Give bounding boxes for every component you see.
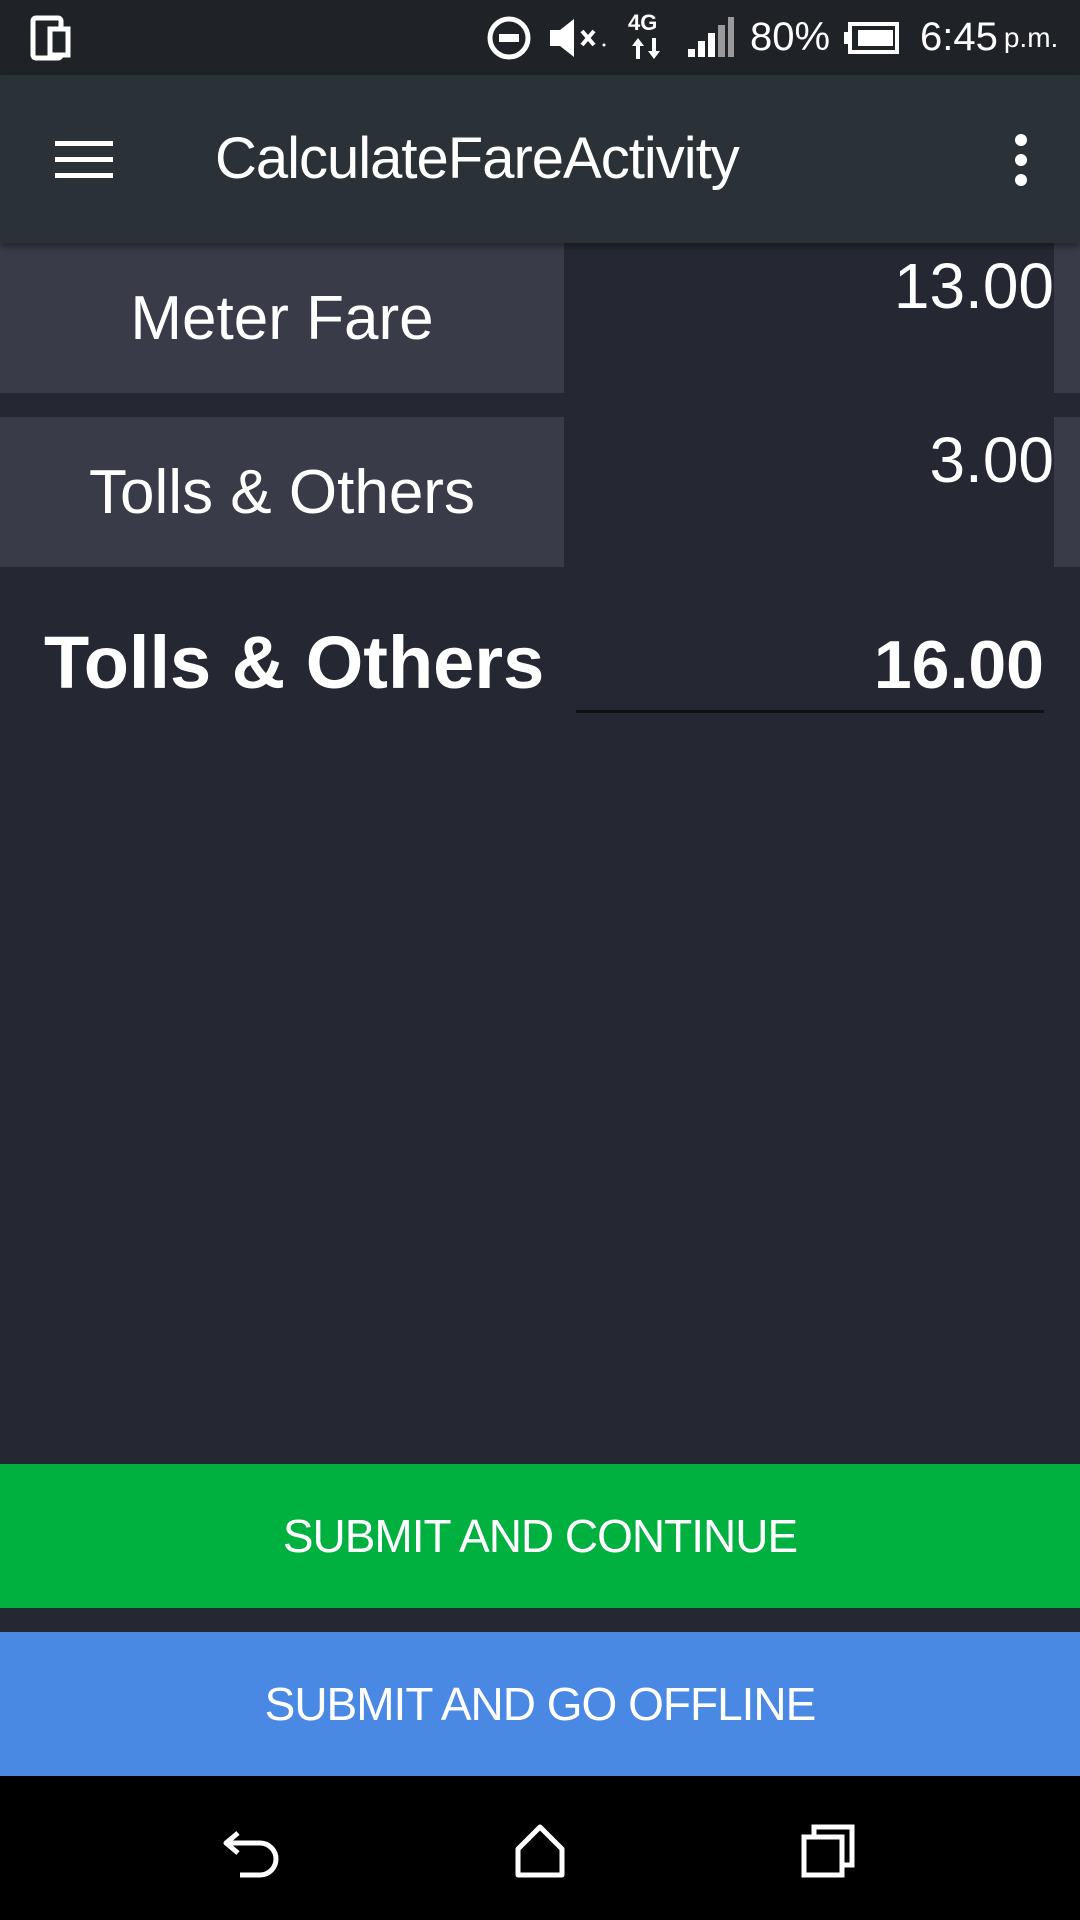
svg-text:4G: 4G — [628, 10, 657, 35]
tolls-value[interactable]: 3.00 — [929, 423, 1054, 497]
total-field[interactable]: 16.00 — [576, 620, 1044, 713]
clock-time: 6:45 — [920, 15, 998, 59]
total-value: 16.00 — [873, 627, 1044, 703]
home-icon[interactable] — [495, 1806, 585, 1896]
network-4g-icon: 4G — [626, 0, 670, 75]
app-bar: CalculateFareActivity — [0, 75, 1080, 243]
meter-fare-row: Meter Fare 13.00 — [0, 243, 1080, 393]
recents-icon[interactable] — [783, 1806, 873, 1896]
row-edge — [1054, 243, 1080, 393]
row-edge — [1054, 417, 1080, 567]
tolls-row: Tolls & Others 3.00 — [0, 417, 1080, 567]
device-icon — [30, 0, 72, 75]
total-label: Tolls & Others — [44, 621, 545, 704]
do-not-disturb-icon — [486, 0, 532, 75]
battery-icon — [842, 0, 900, 75]
submit-and-continue-button[interactable]: SUBMIT AND CONTINUE — [0, 1464, 1080, 1608]
menu-icon[interactable] — [44, 125, 124, 195]
more-options-icon[interactable] — [986, 125, 1056, 195]
navigation-bar — [0, 1776, 1080, 1920]
submit-and-go-offline-button[interactable]: SUBMIT AND GO OFFLINE — [0, 1632, 1080, 1776]
clock-suffix: p.m. — [1003, 21, 1059, 53]
meter-fare-label: Meter Fare — [0, 243, 564, 393]
back-icon[interactable] — [208, 1806, 298, 1896]
status-bar: 4G 80% 6:45 p.m. — [0, 0, 1080, 75]
battery-percent: 80% — [750, 15, 831, 59]
app-title: CalculateFareActivity — [215, 126, 740, 191]
meter-fare-value[interactable]: 13.00 — [894, 249, 1054, 323]
mute-icon — [546, 0, 610, 75]
signal-icon — [686, 0, 736, 75]
tolls-label: Tolls & Others — [0, 417, 564, 567]
